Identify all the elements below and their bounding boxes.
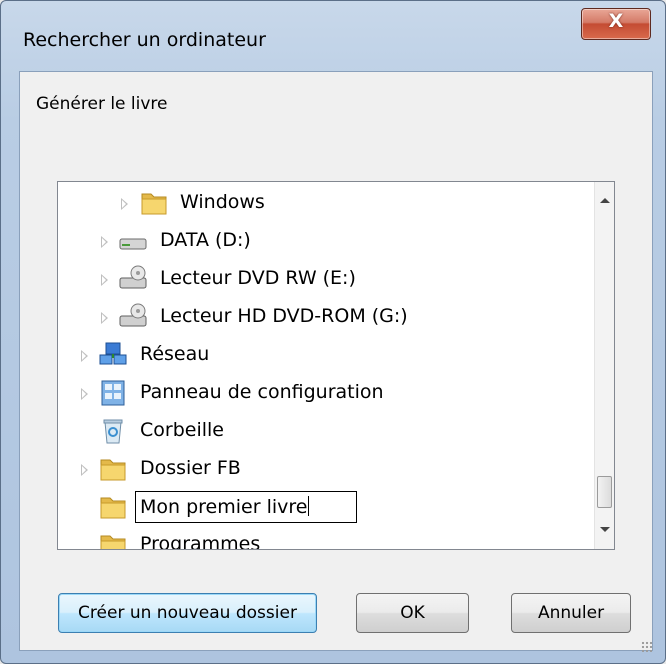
tree-item-hd-dvd-rom[interactable]: Lecteur HD DVD-ROM (G:) — [58, 299, 594, 337]
close-button[interactable]: X — [581, 8, 651, 40]
tree-item-label: Lecteur HD DVD-ROM (G:) — [160, 305, 408, 327]
folder-name-input[interactable]: Mon premier livre — [135, 491, 357, 523]
cancel-button[interactable]: Annuler — [511, 593, 631, 633]
folder-name-value: Mon premier livre — [140, 496, 308, 518]
tree-item-dvd-rw[interactable]: Lecteur DVD RW (E:) — [58, 261, 594, 299]
tree-item-dossier-fb[interactable]: Dossier FB — [58, 451, 594, 489]
tree-item-new-folder[interactable]: Mon premier livre — [58, 489, 594, 527]
tree-view[interactable]: Windows DATA (D:) Lecteur DVD RW (E:) Le… — [58, 182, 594, 549]
folder-tree[interactable]: Windows DATA (D:) Lecteur DVD RW (E:) Le… — [57, 181, 615, 550]
scroll-up-icon[interactable] — [600, 198, 610, 203]
tree-item-programmes[interactable]: Programmes — [58, 527, 594, 549]
tree-item-recycle-bin[interactable]: Corbeille — [58, 413, 594, 451]
tree-item-label: Programmes — [140, 533, 261, 549]
tree-item-network[interactable]: Réseau — [58, 337, 594, 375]
folder-icon — [100, 459, 126, 481]
instruction-text: Générer le livre — [36, 94, 168, 114]
expand-arrow-icon[interactable] — [81, 388, 88, 400]
tree-item-label: DATA (D:) — [160, 229, 251, 251]
tree-item-label: Panneau de configuration — [140, 381, 384, 403]
new-folder-button[interactable]: Créer un nouveau dossier — [58, 593, 317, 633]
recycle-bin-icon — [103, 419, 123, 444]
tree-item-label: Windows — [180, 191, 265, 213]
expand-arrow-icon[interactable] — [101, 312, 108, 324]
tree-item-label: Réseau — [140, 343, 210, 365]
expand-arrow-icon[interactable] — [101, 274, 108, 286]
resize-grip-icon[interactable] — [641, 641, 653, 653]
dvd-drive-icon — [119, 265, 147, 289]
scrollbar-thumb[interactable] — [597, 476, 612, 508]
tree-item-data-drive[interactable]: DATA (D:) — [58, 223, 594, 261]
expand-arrow-icon[interactable] — [121, 198, 128, 210]
scroll-down-icon[interactable] — [600, 527, 610, 532]
expand-arrow-icon[interactable] — [81, 350, 88, 362]
folder-icon — [141, 193, 167, 215]
tree-item-label: Lecteur DVD RW (E:) — [160, 267, 356, 289]
expand-arrow-icon[interactable] — [81, 464, 88, 476]
title-bar[interactable]: Rechercher un ordinateur X — [1, 1, 665, 75]
folder-icon — [100, 497, 126, 519]
expand-arrow-icon[interactable] — [101, 236, 108, 248]
drive-icon — [119, 238, 147, 250]
tree-item-label: Corbeille — [140, 419, 224, 441]
close-icon: X — [608, 10, 624, 32]
dvd-drive-icon — [119, 303, 147, 327]
ok-button[interactable]: OK — [356, 593, 469, 633]
tree-item-windows[interactable]: Windows — [58, 185, 594, 223]
tree-item-label: Dossier FB — [140, 457, 241, 479]
text-caret — [308, 496, 310, 516]
folder-icon — [100, 535, 126, 549]
dialog-window: Rechercher un ordinateur X Générer le li… — [0, 0, 666, 664]
tree-item-control-panel[interactable]: Panneau de configuration — [58, 375, 594, 413]
vertical-scrollbar[interactable] — [594, 182, 614, 549]
network-icon — [99, 342, 127, 365]
window-title: Rechercher un ordinateur — [23, 29, 266, 51]
control-panel-icon — [101, 380, 125, 406]
